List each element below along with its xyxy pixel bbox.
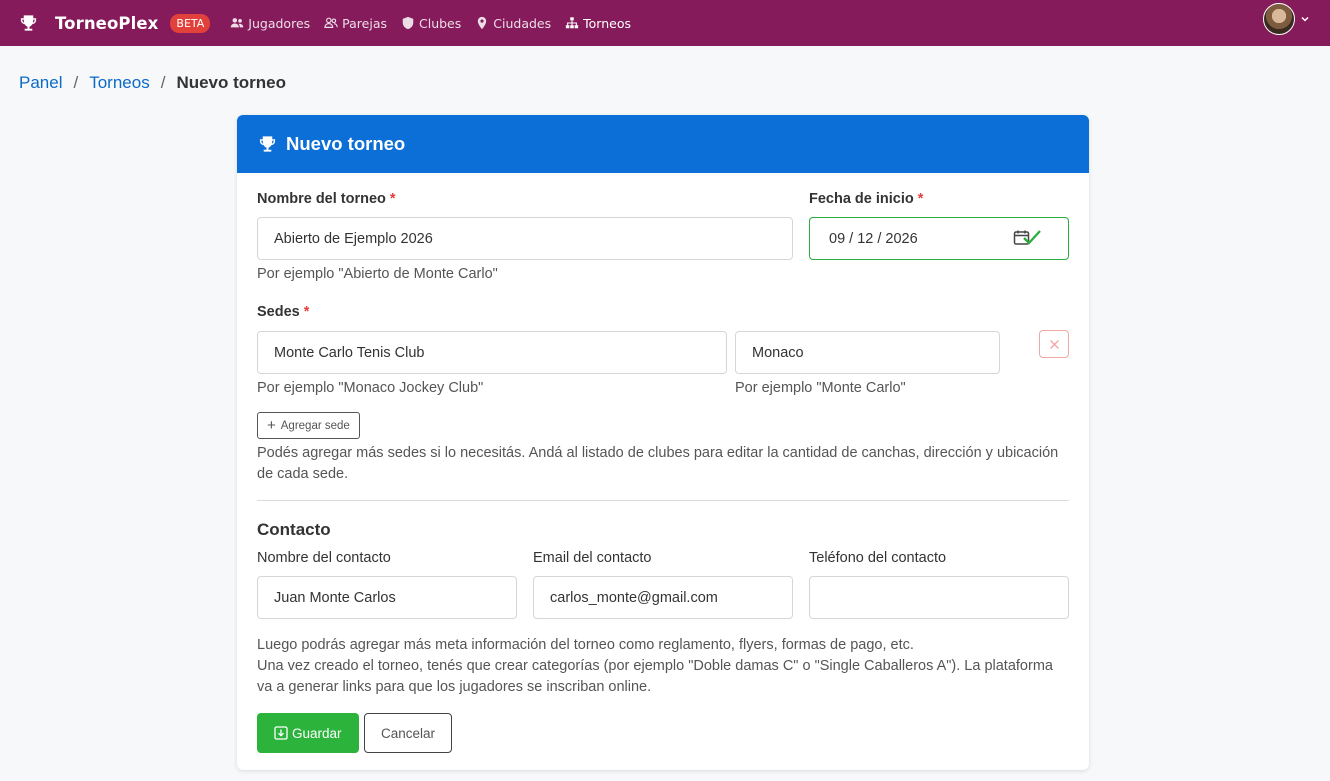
checkmark-icon [1023,230,1041,245]
venues-note: Podés agregar más sedes si lo necesitás.… [257,445,1059,482]
nav-item-jugadores[interactable]: Jugadores [230,16,310,31]
venue-club-value: Monte Carlo Tenis Club [274,344,425,361]
contact-name-value: Juan Monte Carlos [274,589,396,606]
contact-email-label: Email del contacto [533,550,652,566]
contact-section-title: Contacto [257,520,331,539]
contact-phone-input[interactable] [809,576,1069,619]
nav-menu: Jugadores Parejas Clubes Ciudades Torneo… [216,16,631,31]
start-date-input[interactable]: 09 / 12 / 2026 [809,217,1069,260]
cancel-button-label: Cancelar [381,725,436,741]
venues-label-text: Sedes [257,304,300,320]
nav-item-ciudades[interactable]: Ciudades [475,16,551,31]
venue-club-help: Por ejemplo "Monaco Jockey Club" [257,380,484,396]
breadcrumb-separator: / [160,73,166,92]
nav-item-label: Torneos [583,15,631,31]
start-date-label-text: Fecha de inicio [809,191,914,207]
venue-club-input[interactable]: Monte Carlo Tenis Club [257,331,727,374]
section-divider [257,500,1069,501]
cancel-button[interactable]: Cancelar [364,713,453,753]
user-pair-icon [324,17,338,28]
save-button[interactable]: Guardar [257,713,359,753]
top-navbar: TorneoPlex BETA Jugadores Parejas Clubes… [0,0,1330,46]
nav-item-label: Ciudades [493,15,552,31]
venue-city-input[interactable]: Monaco [735,331,1000,374]
venue-city-value: Monaco [752,344,804,361]
beta-badge: BETA [170,13,211,33]
required-marker: * [917,191,924,207]
contact-phone-label: Teléfono del contacto [809,550,947,566]
brand-name[interactable]: TorneoPlex [55,14,158,33]
users-icon [230,18,244,28]
contact-name-label: Nombre del contacto [257,550,391,566]
tournament-name-help: Por ejemplo "Abierto de Monte Carlo" [257,266,498,282]
user-menu[interactable] [1263,3,1310,35]
trophy-icon [259,136,276,152]
map-pin-icon [478,16,487,30]
new-tournament-card: Nuevo torneo Nombre del torneo * Abierto … [237,115,1089,770]
contact-email-value: carlos_monte@gmail.com [550,589,718,606]
add-venue-label: Agregar sede [280,419,350,432]
remove-venue-button[interactable] [1039,330,1069,358]
breadcrumb-panel-link[interactable]: Panel [19,73,62,93]
card-title: Nuevo torneo [286,133,406,154]
venues-label: Sedes * [257,304,309,320]
tournament-name-value: Abierto de Ejemplo 2026 [274,230,433,247]
breadcrumb-separator: / [73,73,79,92]
tournament-name-label-text: Nombre del torneo [257,191,386,207]
contact-name-input[interactable]: Juan Monte Carlos [257,576,517,619]
required-marker: * [389,191,396,207]
required-marker: * [303,304,310,320]
nav-item-parejas[interactable]: Parejas [324,16,387,31]
plus-icon: + [267,417,276,434]
nav-item-label: Jugadores [248,15,311,31]
footer-note-2: Una vez creado el torneo, tenés que crea… [257,658,1053,695]
breadcrumb: Panel / Torneos / Nuevo torneo [19,73,286,93]
breadcrumb-current: Nuevo torneo [176,73,286,92]
nav-item-label: Parejas [342,15,387,31]
venue-city-help: Por ejemplo "Monte Carlo" [735,380,906,396]
add-venue-button[interactable]: + Agregar sede [257,412,360,439]
chevron-down-icon [1301,16,1309,22]
breadcrumb-torneos-link[interactable]: Torneos [89,73,149,93]
nav-item-torneos[interactable]: Torneos [565,16,631,31]
card-header: Nuevo torneo [237,115,1089,173]
footer-note-1: Luego podrás agregar más meta informació… [257,637,914,653]
sitemap-icon [566,17,579,29]
tournament-name-input[interactable]: Abierto de Ejemplo 2026 [257,217,793,260]
close-icon [1049,339,1059,349]
brand[interactable]: TorneoPlex BETA [19,13,211,33]
shield-icon [402,16,414,30]
tournament-name-label: Nombre del torneo * [257,191,396,207]
date-icons [1013,229,1042,246]
save-button-label: Guardar [292,725,342,741]
nav-item-clubes[interactable]: Clubes [401,16,461,31]
avatar[interactable] [1263,3,1295,35]
start-date-label: Fecha de inicio * [809,191,923,207]
contact-email-input[interactable]: carlos_monte@gmail.com [533,576,793,619]
start-date-value: 09 / 12 / 2026 [829,230,918,247]
trophy-icon [20,15,37,31]
download-icon [274,726,288,740]
nav-item-label: Clubes [419,15,462,31]
